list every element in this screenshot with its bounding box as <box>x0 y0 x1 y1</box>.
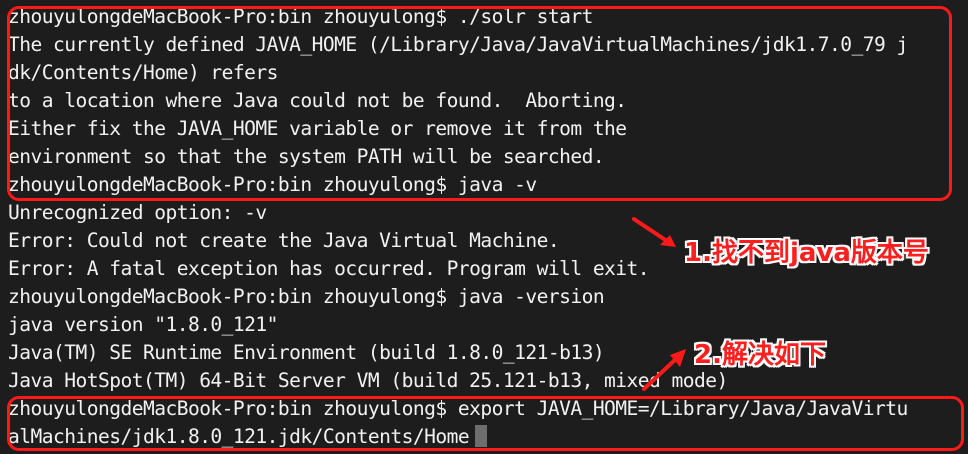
terminal-line: Error: A fatal exception has occurred. P… <box>8 257 650 280</box>
terminal-line: Java(TM) SE Runtime Environment (build 1… <box>8 341 605 364</box>
terminal-line: Unrecognized option: -v <box>8 201 267 224</box>
arrow-icon <box>642 349 686 391</box>
arrow-icon <box>632 217 676 247</box>
terminal-line: zhouyulongdeMacBook-Pro:bin zhouyulong$ … <box>8 285 605 308</box>
terminal-line: Error: Could not create the Java Virtual… <box>8 229 560 252</box>
terminal-line: Java HotSpot(TM) 64-Bit Server VM (build… <box>8 369 728 392</box>
annotation-label-1: 1.找不到java版本号 <box>684 238 929 268</box>
terminal-line: java version "1.8.0_121" <box>8 313 278 336</box>
annotation-box-solution <box>7 396 964 451</box>
annotation-label-2: 2.解决如下 <box>694 340 826 370</box>
annotation-box-error <box>7 6 952 201</box>
